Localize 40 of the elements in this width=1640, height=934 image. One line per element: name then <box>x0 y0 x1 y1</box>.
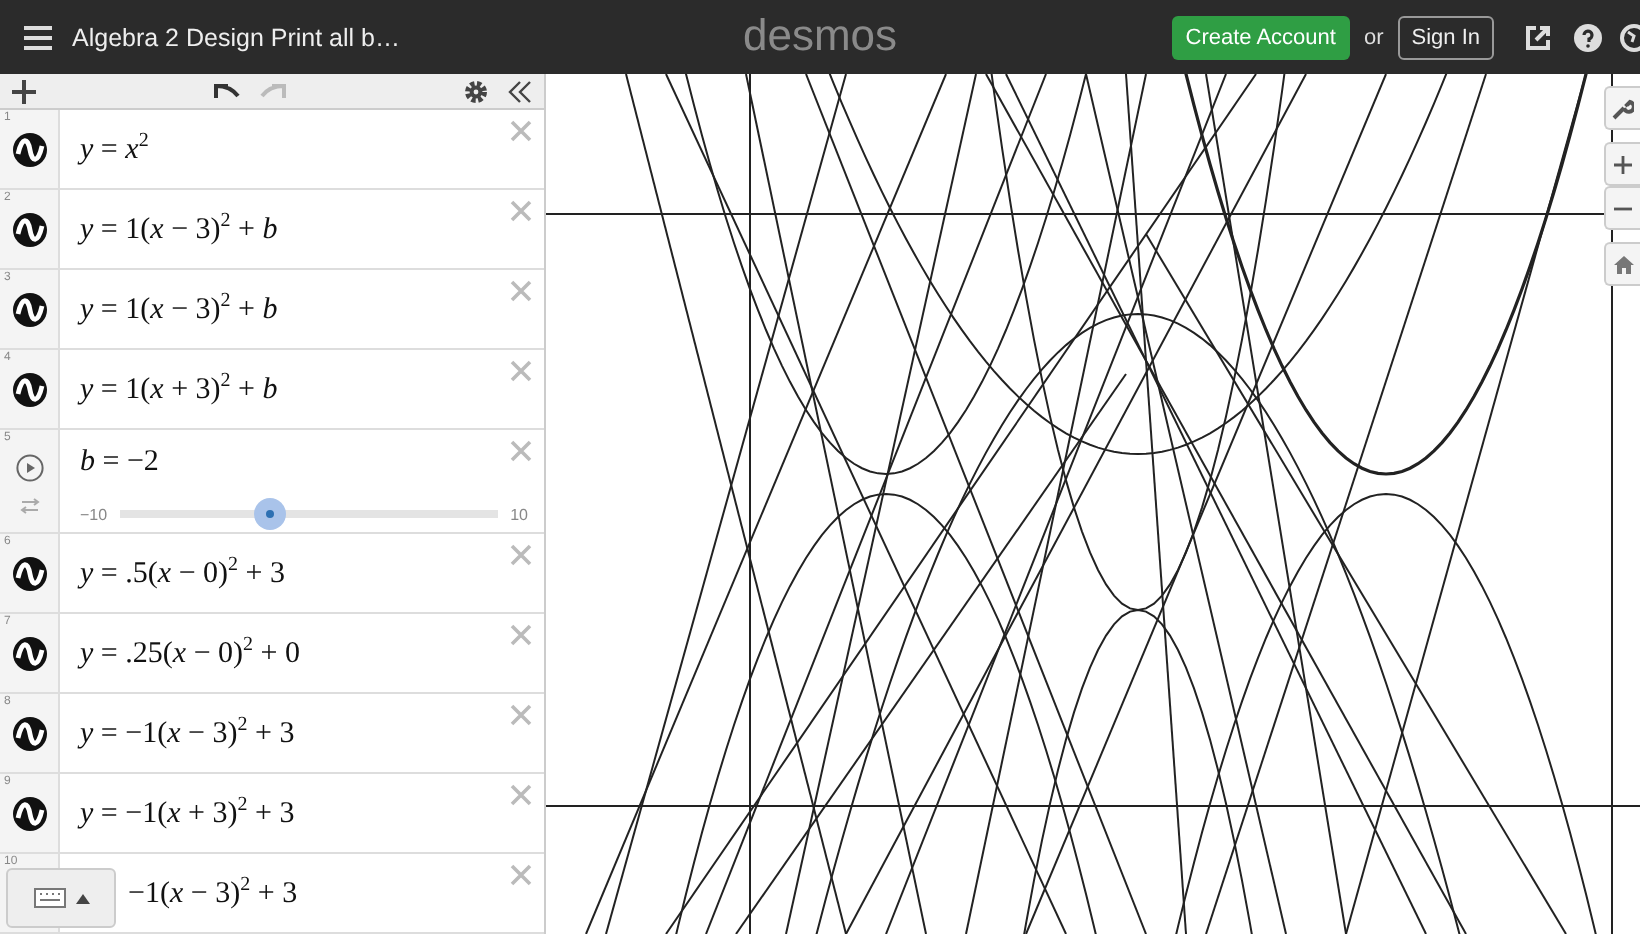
wave-icon[interactable] <box>11 715 47 751</box>
slider-min: −10 <box>80 505 108 523</box>
math-expression[interactable]: y = −1(x − 3)$^{2}$ + 3 <box>80 714 544 752</box>
sign-in-button[interactable]: Sign In <box>1397 15 1494 59</box>
wave-icon[interactable] <box>11 635 47 671</box>
graph-title: Algebra 2 Design Print all b… <box>72 23 400 51</box>
math-expression[interactable]: y = .25(x − 0)$^{2}$ + 0 <box>80 634 544 672</box>
zoom-out-icon[interactable] <box>1604 186 1640 230</box>
menu-icon[interactable] <box>24 25 52 49</box>
logo: desmos <box>742 10 898 62</box>
slider-expression[interactable]: b = −2 <box>80 446 544 480</box>
wave-icon[interactable] <box>11 131 47 167</box>
graph-drawing[interactable] <box>546 74 1640 934</box>
wave-icon[interactable] <box>11 795 47 831</box>
math-expression[interactable]: y = −1(x + 3)$^{2}$ + 3 <box>80 794 544 832</box>
add-icon[interactable] <box>12 79 36 103</box>
zoom-in-icon[interactable] <box>1604 142 1640 186</box>
math-expression[interactable]: y = 1(x − 3)$^{2}$ + b <box>80 290 544 328</box>
wave-icon[interactable] <box>11 291 47 327</box>
caret-icon <box>75 893 89 903</box>
math-expression[interactable]: −1(x − 3)$^{2}$ + 3 <box>128 874 544 912</box>
help-icon[interactable] <box>1570 19 1606 55</box>
home-icon[interactable] <box>1604 242 1640 286</box>
collapse-icon[interactable] <box>508 79 532 103</box>
play-icon[interactable] <box>15 454 43 482</box>
undo-icon[interactable] <box>214 82 240 100</box>
math-expression[interactable]: y = .5(x − 0)$^{2}$ + 3 <box>80 554 544 592</box>
math-expression[interactable]: y = x$^{2}$ <box>80 130 544 168</box>
settings-icon[interactable] <box>464 79 488 103</box>
wave-icon[interactable] <box>11 371 47 407</box>
slider-max: 10 <box>510 505 528 523</box>
math-expression[interactable]: y = 1(x − 3)$^{2}$ + b <box>80 210 544 248</box>
wave-icon[interactable] <box>11 211 47 247</box>
keyboard-icon <box>33 888 65 908</box>
wrench-icon[interactable] <box>1604 86 1640 130</box>
or-label: or <box>1363 25 1384 49</box>
math-expression[interactable]: y = 1(x + 3)$^{2}$ + b <box>80 370 544 408</box>
keyboard-button[interactable] <box>6 868 116 928</box>
wave-icon[interactable] <box>11 555 47 591</box>
slider-thumb[interactable] <box>254 498 287 530</box>
